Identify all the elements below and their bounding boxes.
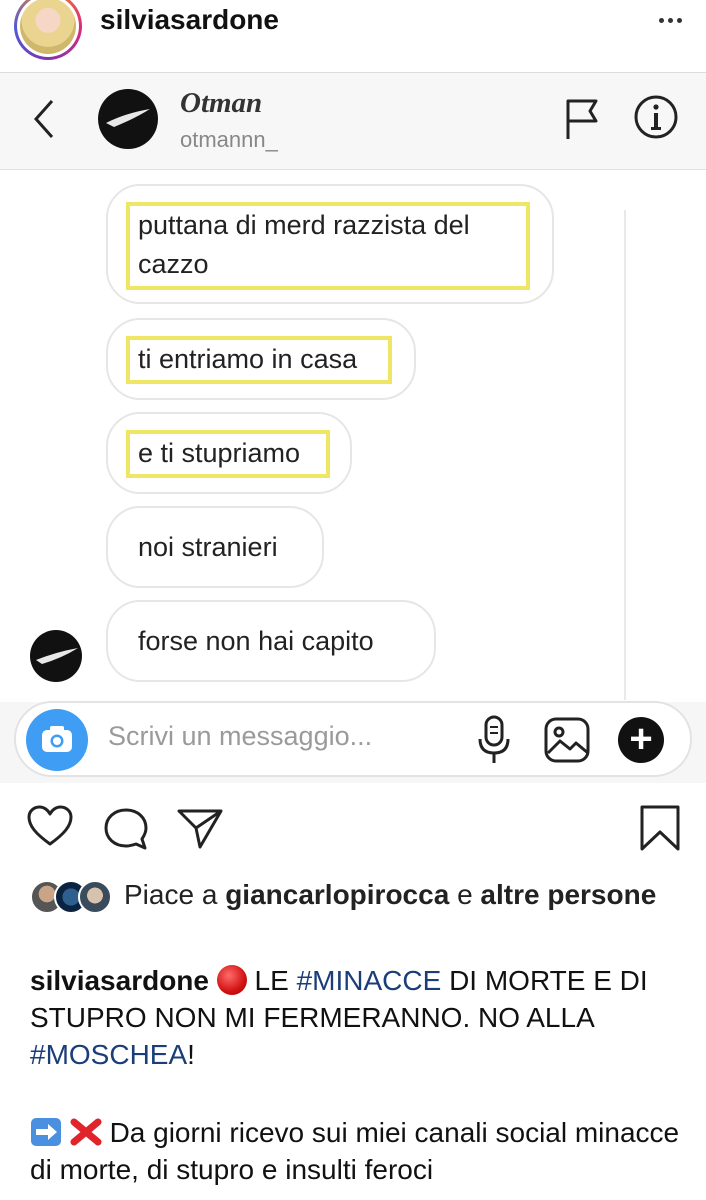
microphone-icon — [478, 715, 510, 763]
add-icon: + — [618, 717, 664, 763]
post-caption: silviasardone LE #MINACCE DI MORTE E DI … — [30, 962, 690, 1073]
message-composer: Scrivi un messaggio... + — [14, 701, 692, 777]
dm-contact-handle: otmannn_ — [180, 127, 278, 152]
hashtag-link[interactable]: #MOSCHEA — [30, 1039, 187, 1070]
right-arrow-icon — [30, 1117, 62, 1147]
post-header: silviasardone — [0, 0, 706, 60]
liker-avatars[interactable] — [30, 880, 112, 914]
dm-topbar: Otman otmannn_ — [0, 73, 706, 170]
comment-icon[interactable] — [102, 806, 150, 852]
avatar — [78, 880, 112, 914]
other-likers-link[interactable]: altre persone — [480, 879, 656, 910]
message-bubble: ti entriamo in casa — [106, 318, 416, 400]
message-text: e ti stupriamo — [138, 438, 301, 468]
back-arrow-icon — [33, 100, 54, 138]
caption-username[interactable]: silviasardone — [30, 965, 209, 996]
caption-body-text: Da giorni ricevo sui miei canali social … — [30, 1117, 680, 1185]
likes-text: Piace a giancarlopirocca e altre persone — [124, 876, 684, 914]
message-bubble: forse non hai capito — [106, 600, 436, 682]
save-bookmark-icon[interactable] — [638, 804, 682, 852]
dm-contact-name: Otman — [180, 87, 263, 119]
message-text: ti entriamo in casa — [138, 344, 358, 374]
message-input-placeholder: Scrivi un messaggio... — [108, 721, 373, 751]
message-text: noi stranieri — [138, 532, 278, 562]
message-bubble: puttana di merd razzista del cazzo — [106, 184, 554, 304]
message-bubble: e ti stupriamo — [106, 412, 352, 494]
message-bubble: noi stranieri — [106, 506, 324, 588]
post-username[interactable]: silviasardone — [100, 4, 279, 36]
profile-avatar[interactable] — [14, 0, 82, 60]
cross-mark-icon — [70, 1117, 102, 1147]
sender-avatar — [30, 630, 82, 682]
message-text: cazzo — [138, 249, 209, 279]
liker-username[interactable]: giancarlopirocca — [225, 879, 449, 910]
more-options-icon[interactable] — [655, 10, 682, 28]
dm-contact-avatar — [98, 89, 158, 149]
red-circle-icon — [216, 965, 247, 995]
hashtag-link[interactable]: #MINACCE — [297, 965, 442, 996]
caption-text: LE — [254, 965, 289, 996]
gallery-icon — [544, 717, 590, 763]
caption-body: Da giorni ricevo sui miei canali social … — [30, 1114, 690, 1188]
flag-icon — [566, 99, 598, 139]
likes-conjunction: e — [457, 879, 473, 910]
dm-screenshot: Otman otmannn_ puttana di merd razzista … — [0, 72, 706, 783]
post-actions — [0, 800, 706, 856]
message-text: puttana di merd razzista del — [138, 210, 470, 240]
message-thread: puttana di merd razzista del cazzo ti en… — [0, 170, 706, 702]
caption-text: ! — [187, 1039, 195, 1070]
camera-icon — [26, 709, 88, 771]
likes-prefix: Piace a — [124, 879, 218, 910]
share-icon[interactable] — [176, 806, 224, 850]
like-heart-icon[interactable] — [26, 804, 74, 848]
info-icon — [634, 95, 678, 139]
message-text: forse non hai capito — [138, 626, 374, 656]
